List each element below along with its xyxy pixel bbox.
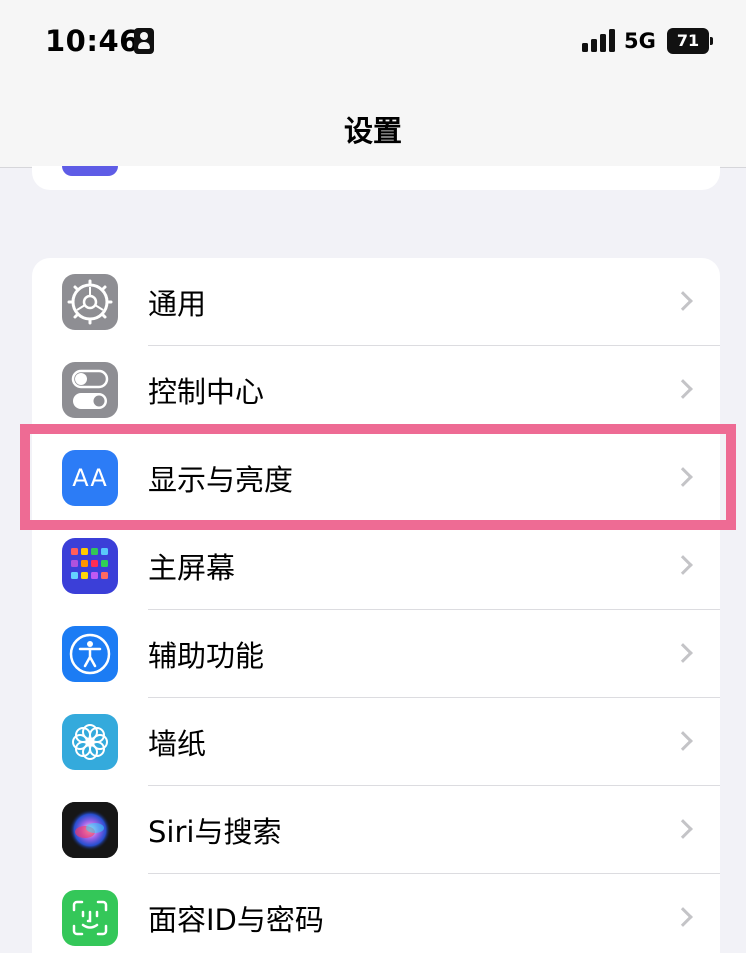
chevron-right-icon <box>673 819 693 839</box>
battery-icon: 71 <box>667 28 713 54</box>
previous-settings-group <box>32 166 720 190</box>
chevron-right-icon <box>673 907 693 927</box>
status-time: 10:46 <box>45 24 140 58</box>
settings-item-label: 面容ID与密码 <box>148 903 324 937</box>
settings-item-siri-search[interactable]: Siri与搜索 <box>32 786 720 874</box>
settings-item-face-id-passcode[interactable]: 面容ID与密码 <box>32 874 720 953</box>
navigation-bar: 设置 <box>0 84 746 168</box>
settings-item-label: Siri与搜索 <box>148 815 282 849</box>
settings-item-home-screen[interactable]: 主屏幕 <box>32 522 720 610</box>
chevron-right-icon <box>673 379 693 399</box>
chevron-right-icon <box>673 643 693 663</box>
settings-item-label: 控制中心 <box>148 375 265 409</box>
accessibility-icon <box>62 626 118 682</box>
settings-item-label: 墙纸 <box>148 727 207 761</box>
text-size-icon: AA <box>62 450 118 506</box>
face-id-icon <box>62 890 118 946</box>
settings-item-display-brightness[interactable]: AA 显示与亮度 <box>32 434 720 522</box>
chevron-right-icon <box>673 731 693 751</box>
settings-item-accessibility[interactable]: 辅助功能 <box>32 610 720 698</box>
person-icon <box>134 28 154 54</box>
settings-group: 通用 控制中心 AA 显示与亮度 主屏幕 辅助功能 墙纸 Siri与搜索 面容I… <box>32 258 720 953</box>
battery-level: 71 <box>667 28 709 54</box>
settings-item-control-center[interactable]: 控制中心 <box>32 346 720 434</box>
chevron-right-icon <box>673 291 693 311</box>
settings-item-label: 辅助功能 <box>148 639 265 673</box>
settings-screen: 10:46 5G 71 设置 通用 控制中心 AA 显示与亮度 主屏幕 辅助功能… <box>0 0 746 953</box>
app-grid-icon <box>62 538 118 594</box>
text-size-glyph: AA <box>72 464 108 492</box>
chevron-right-icon <box>673 555 693 575</box>
screen-time-icon <box>62 166 118 176</box>
page-title: 设置 <box>343 114 402 148</box>
network-type: 5G <box>624 29 656 53</box>
settings-item-general[interactable]: 通用 <box>32 258 720 346</box>
siri-icon <box>62 802 118 858</box>
flower-icon <box>62 714 118 770</box>
settings-item-label: 显示与亮度 <box>148 463 294 497</box>
cellular-signal-icon <box>582 28 616 52</box>
settings-item-label: 主屏幕 <box>148 551 236 585</box>
gear-icon <box>62 274 118 330</box>
settings-item-label: 通用 <box>148 287 207 321</box>
chevron-right-icon <box>673 467 693 487</box>
status-bar: 10:46 5G 71 <box>0 0 746 84</box>
toggles-icon <box>62 362 118 418</box>
settings-item-wallpaper[interactable]: 墙纸 <box>32 698 720 786</box>
